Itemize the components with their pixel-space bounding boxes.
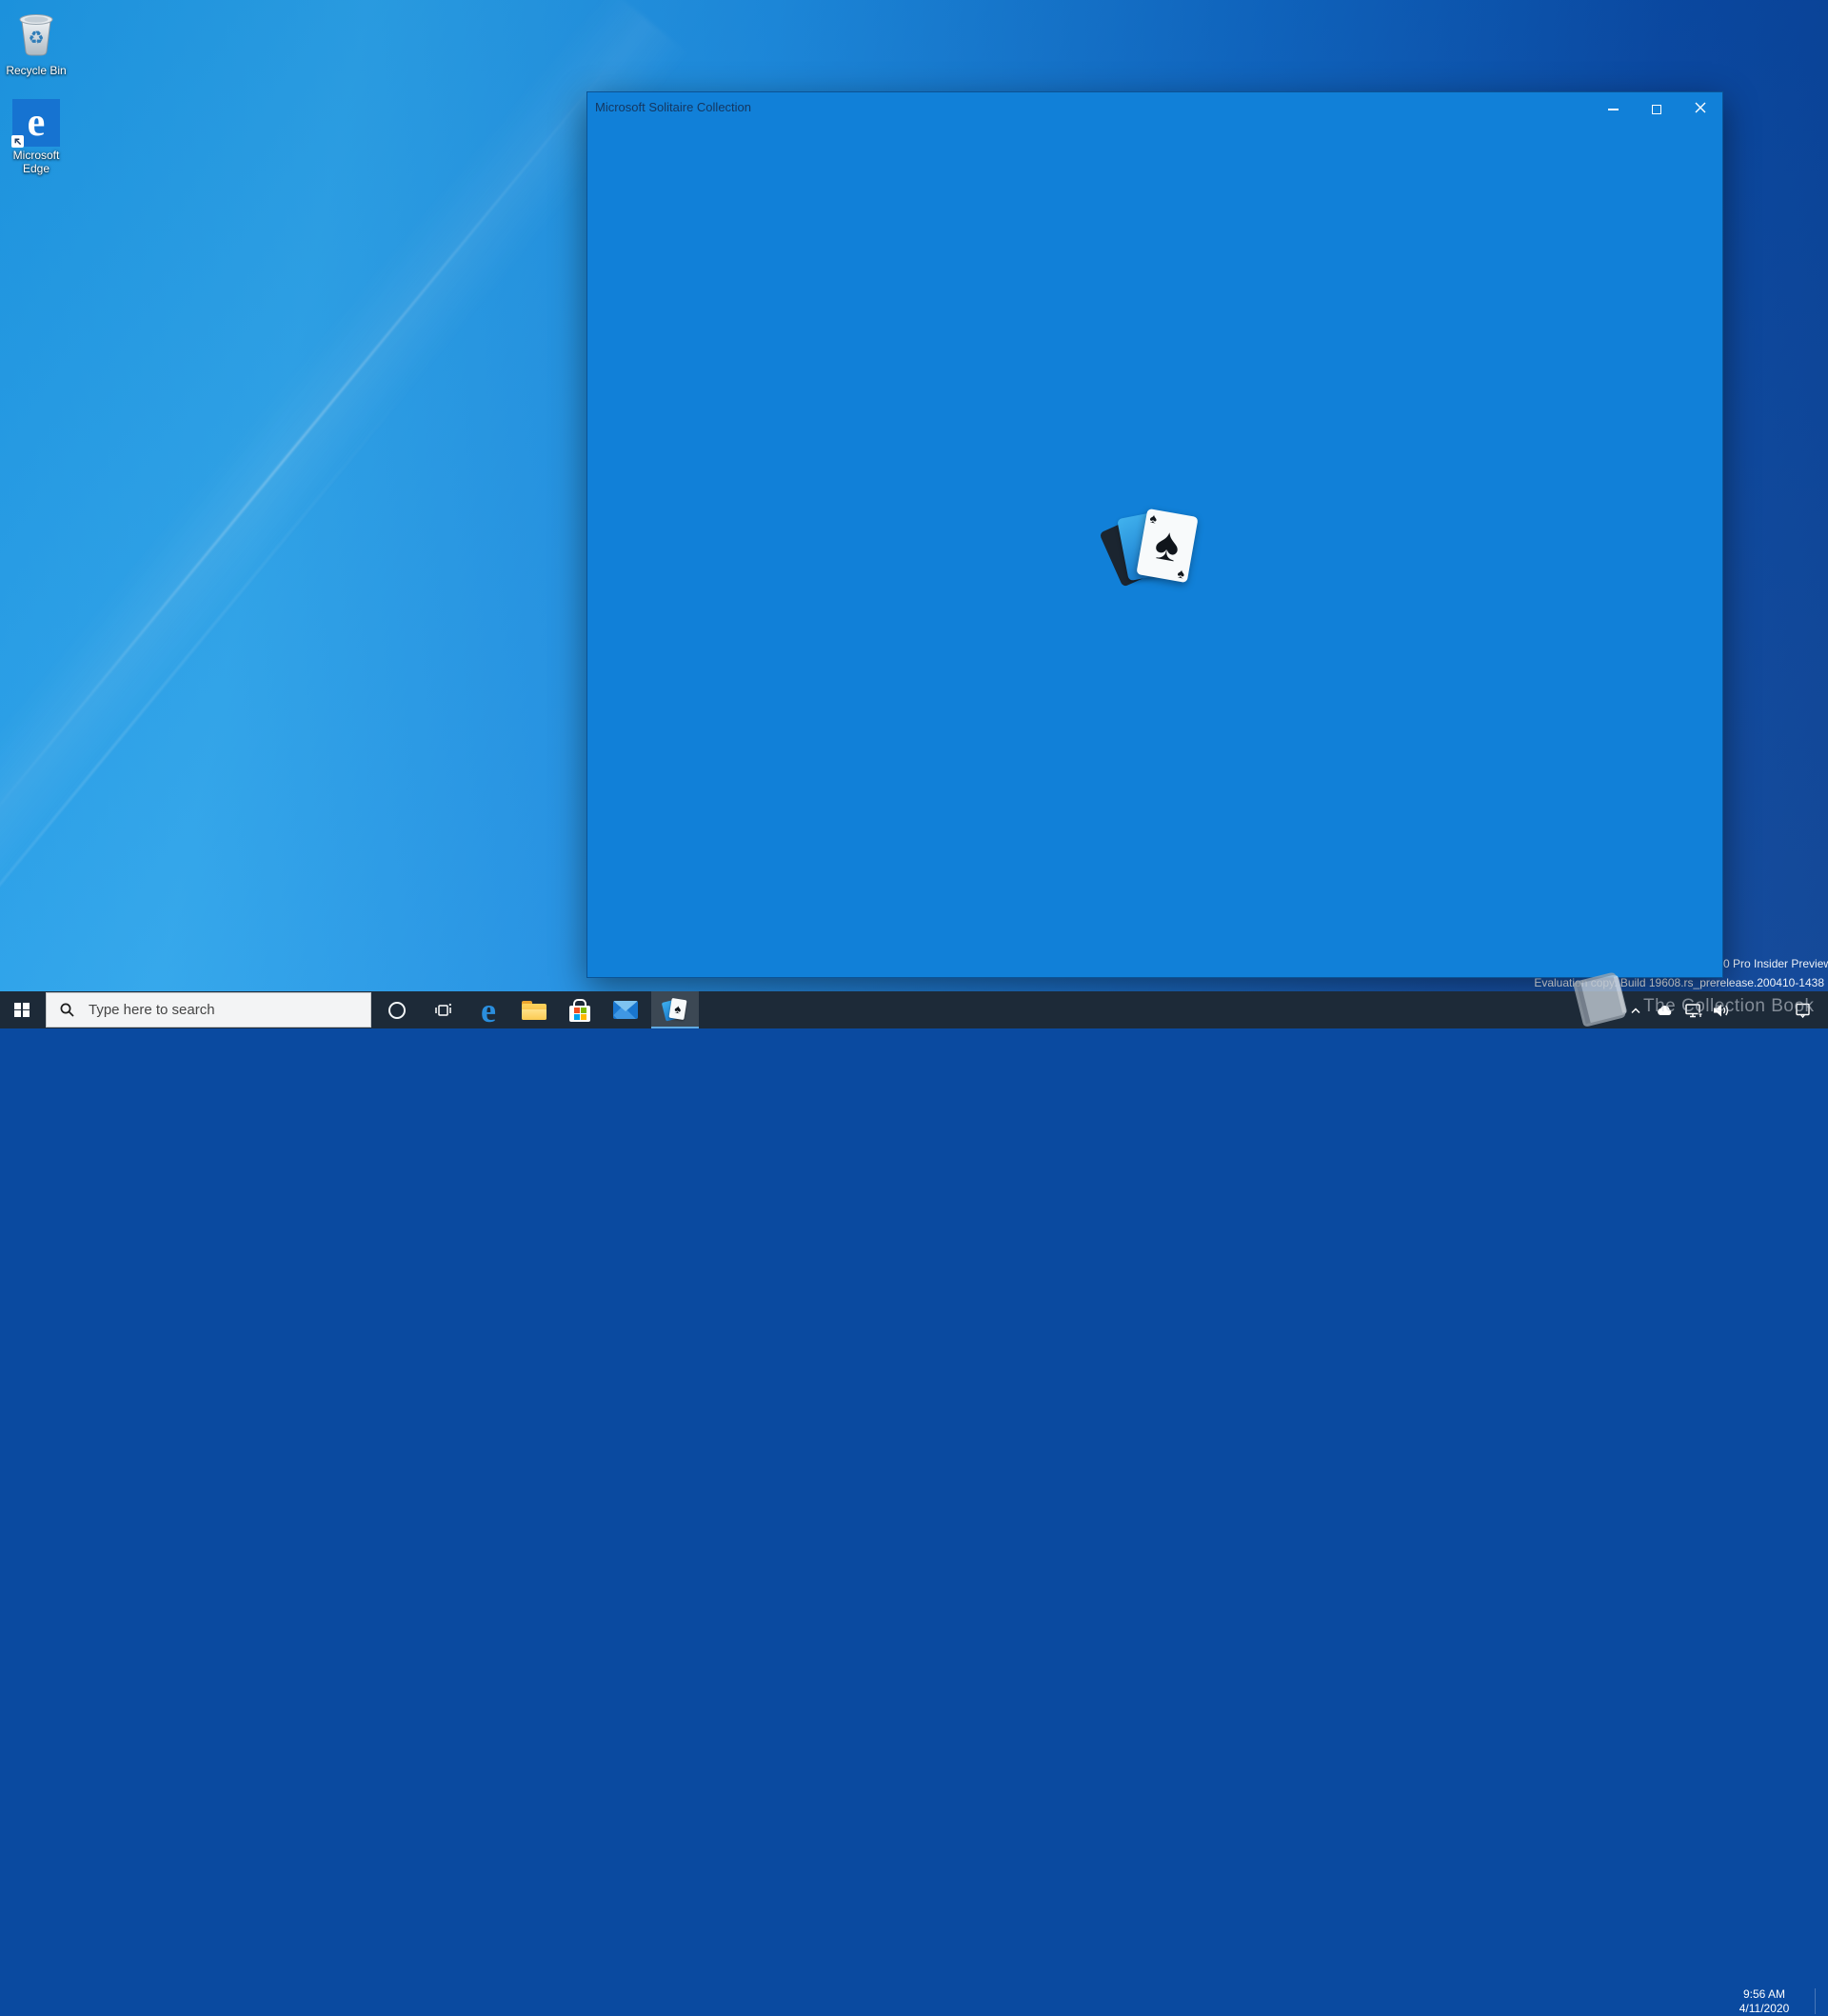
store-bag-icon <box>569 999 590 1022</box>
tray-hidden-icons-button[interactable] <box>1622 991 1649 1028</box>
window-title: Microsoft Solitaire Collection <box>587 92 751 114</box>
wallpaper-light-streak <box>0 66 609 838</box>
action-center-button[interactable] <box>1792 991 1815 1028</box>
maximize-button[interactable] <box>1635 92 1679 127</box>
solitaire-cards-icon: ♠ <box>662 997 688 1023</box>
wallpaper-light-streak <box>0 376 419 1148</box>
recycle-bin-icon: ♻ <box>15 45 57 61</box>
search-icon <box>59 1002 75 1018</box>
taskbar-button-file-explorer[interactable] <box>512 991 556 1028</box>
solitaire-cards-logo: ♠ ♠ ♠ <box>1107 507 1202 598</box>
desktop-icon-label: Microsoft Edge <box>0 149 72 175</box>
minimize-icon <box>1608 109 1619 110</box>
start-button[interactable] <box>0 991 44 1028</box>
onedrive-cloud-icon <box>1656 1003 1675 1018</box>
taskbar-button-edge[interactable]: e <box>467 991 510 1028</box>
edge-icon: e <box>481 993 496 1028</box>
taskbar-button-cortana[interactable] <box>375 991 419 1028</box>
card-front-ace-of-spades: ♠ ♠ ♠ <box>1136 508 1198 582</box>
svg-text:♻: ♻ <box>28 29 44 49</box>
chevron-up-icon <box>1629 1005 1642 1016</box>
maximize-icon <box>1652 105 1661 114</box>
taskbar-button-mail[interactable] <box>604 991 647 1028</box>
tray-date: 4/11/2020 <box>1735 2002 1794 2016</box>
desktop-icon-recycle-bin[interactable]: ♻ Recycle Bin <box>0 8 72 77</box>
taskbar: e ♠ <box>0 991 1828 1028</box>
desktop-icon-label: Recycle Bin <box>0 64 72 77</box>
close-button[interactable] <box>1679 92 1722 127</box>
show-desktop-button[interactable] <box>1816 991 1828 1028</box>
window-titlebar[interactable]: Microsoft Solitaire Collection <box>587 92 1722 130</box>
tray-onedrive-button[interactable] <box>1651 991 1679 1028</box>
shortcut-arrow-icon <box>11 135 24 148</box>
solitaire-window: Microsoft Solitaire Collection ♠ ♠ ♠ <box>586 91 1723 978</box>
close-icon <box>1695 101 1706 118</box>
windows-logo-icon <box>14 1003 30 1018</box>
search-input[interactable] <box>87 1001 319 1019</box>
insider-watermark-line2: Evaluation copy. Build 19608.rs_prerelea… <box>1534 976 1824 989</box>
action-center-icon <box>1795 1002 1812 1019</box>
insider-watermark-line1: 0 Pro Insider Preview <box>1723 957 1828 970</box>
tray-time: 9:56 AM <box>1735 1987 1794 2002</box>
show-desktop-divider <box>1815 1988 1816 2014</box>
spade-icon: ♠ <box>1136 508 1198 582</box>
task-view-icon <box>434 1002 452 1019</box>
desktop-icon-microsoft-edge[interactable]: e Microsoft Edge <box>0 99 72 175</box>
tray-volume-button[interactable] <box>1708 991 1735 1028</box>
minimize-button[interactable] <box>1591 92 1635 127</box>
search-box[interactable] <box>46 992 371 1028</box>
taskbar-button-store[interactable] <box>558 991 602 1028</box>
tray-network-button[interactable] <box>1679 991 1708 1028</box>
mail-envelope-icon <box>613 1001 638 1019</box>
cortana-circle-icon <box>388 1002 406 1019</box>
edge-icon: e <box>12 99 60 147</box>
taskbar-button-task-view[interactable] <box>421 991 465 1028</box>
tray-clock[interactable]: 9:56 AM 4/11/2020 <box>1735 1987 1794 2016</box>
network-display-icon <box>1684 1002 1703 1019</box>
volume-icon <box>1713 1003 1731 1018</box>
taskbar-button-solitaire-active[interactable]: ♠ <box>651 991 699 1028</box>
folder-icon <box>522 1001 546 1020</box>
